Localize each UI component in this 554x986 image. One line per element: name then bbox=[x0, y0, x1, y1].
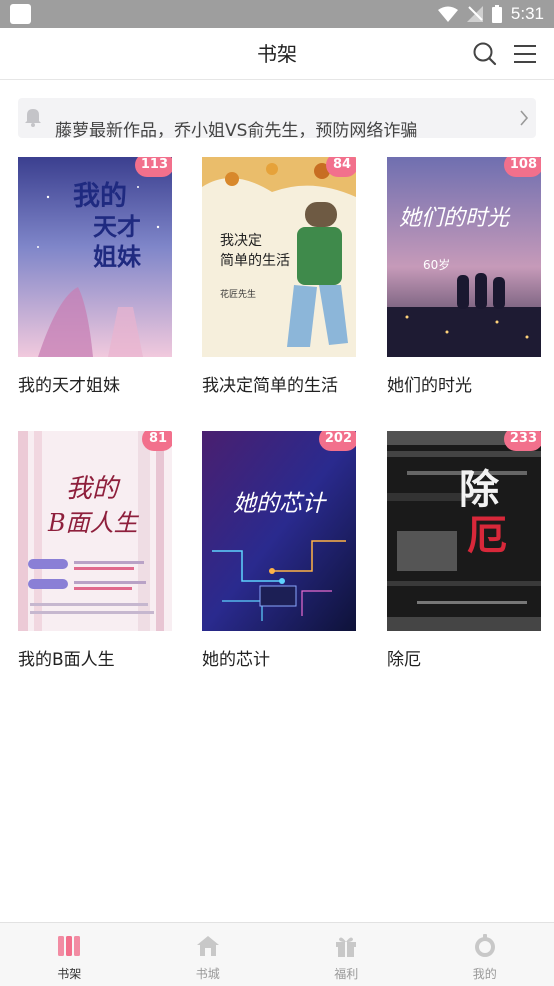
gift-icon bbox=[336, 937, 357, 957]
menu-icon[interactable] bbox=[512, 41, 538, 67]
profile-icon bbox=[474, 934, 495, 957]
update-count-badge: 108 bbox=[503, 157, 541, 177]
book-title[interactable]: 我决定简单的生活 bbox=[202, 371, 356, 396]
book-title[interactable]: 我的天才姐妹 bbox=[18, 371, 172, 396]
cover-title-line1: 我决定 bbox=[220, 233, 262, 249]
book-card[interactable]: 她的芯计 202 她的芯计 bbox=[202, 431, 356, 670]
notice-text: 藤萝最新作品，乔小姐VS俞先生，预防网络诈骗 bbox=[55, 121, 418, 138]
cover-title-line2: 天才 bbox=[93, 213, 141, 241]
cover-title-line1: 除 bbox=[459, 466, 500, 513]
tab-profile[interactable]: 我的 bbox=[416, 923, 554, 986]
chevron-right-icon bbox=[520, 110, 529, 126]
book-cover[interactable]: 除 厄 233 bbox=[387, 431, 541, 631]
book-title[interactable]: 她的芯计 bbox=[202, 645, 356, 670]
book-card[interactable]: 我的 B面人生 81 我的B面人生 bbox=[18, 431, 172, 670]
cover-title: 她的芯计 bbox=[233, 491, 327, 517]
tab-bookstore[interactable]: 书城 bbox=[139, 923, 278, 986]
battery-icon bbox=[491, 5, 502, 23]
tab-label: 我的 bbox=[472, 967, 497, 981]
tab-welfare[interactable]: 福利 bbox=[277, 923, 416, 986]
update-count-badge: 202 bbox=[318, 431, 356, 451]
bookshelf-icon bbox=[58, 936, 81, 956]
tab-label: 书城 bbox=[195, 967, 220, 981]
cover-title-line1: 我的 bbox=[66, 474, 121, 504]
update-count-badge: 81 bbox=[142, 431, 172, 451]
tab-label: 福利 bbox=[334, 967, 359, 981]
status-bar: 5:31 bbox=[0, 0, 554, 28]
bottom-tab-bar: 书架 书城 福利 我的 bbox=[0, 922, 554, 986]
book-title[interactable]: 除厄 bbox=[387, 645, 541, 670]
update-count-badge: 233 bbox=[503, 431, 541, 451]
book-card[interactable]: 我决定 简单的生活 花匠先生 84 我决定简单的生活 bbox=[202, 157, 356, 396]
status-icons: 5:31 bbox=[437, 0, 544, 28]
book-title[interactable]: 我的B面人生 bbox=[18, 645, 172, 670]
bell-icon bbox=[25, 109, 41, 127]
tab-bookshelf[interactable]: 书架 bbox=[0, 923, 139, 986]
book-card[interactable]: 她们的时光 60岁 108 她们的时光 bbox=[387, 157, 541, 396]
notice-banner[interactable]: 藤萝最新作品，乔小姐VS俞先生，预防网络诈骗 bbox=[18, 98, 536, 138]
book-cover[interactable]: 她的芯计 202 bbox=[202, 431, 356, 631]
book-title[interactable]: 她们的时光 bbox=[387, 371, 541, 396]
page-title: 书架 bbox=[257, 42, 297, 66]
wifi-icon bbox=[437, 6, 458, 22]
cover-tag: 60岁 bbox=[423, 257, 450, 272]
book-cover[interactable]: 她们的时光 60岁 108 bbox=[387, 157, 541, 357]
cover-title-line2: 厄 bbox=[467, 512, 507, 559]
book-cover[interactable]: 我的 B面人生 81 bbox=[18, 431, 172, 631]
cover-title-line1: 我的 bbox=[73, 180, 127, 212]
tab-label: 书架 bbox=[57, 967, 82, 981]
cover-title-line3: 姐妹 bbox=[93, 243, 141, 271]
bookstore-icon bbox=[196, 936, 219, 956]
book-cover[interactable]: 我的 天才 姐妹 113 bbox=[18, 157, 172, 357]
cover-title: 她们的时光 bbox=[399, 206, 511, 231]
update-count-badge: 113 bbox=[134, 157, 172, 177]
search-icon[interactable] bbox=[472, 41, 498, 67]
book-card[interactable]: 除 厄 233 除厄 bbox=[387, 431, 541, 670]
book-cover[interactable]: 我决定 简单的生活 花匠先生 84 bbox=[202, 157, 356, 357]
cover-author: 花匠先生 bbox=[220, 288, 256, 300]
update-count-badge: 84 bbox=[326, 157, 356, 177]
book-card[interactable]: 我的 天才 姐妹 113 我的天才姐妹 bbox=[18, 157, 172, 396]
no-signal-icon bbox=[466, 6, 483, 22]
app-header: 书架 bbox=[0, 28, 554, 80]
clock: 5:31 bbox=[510, 4, 544, 23]
cover-title-line2: B面人生 bbox=[47, 509, 140, 537]
cover-title-line2: 简单的生活 bbox=[220, 252, 290, 269]
app-notification-icon bbox=[10, 4, 31, 24]
